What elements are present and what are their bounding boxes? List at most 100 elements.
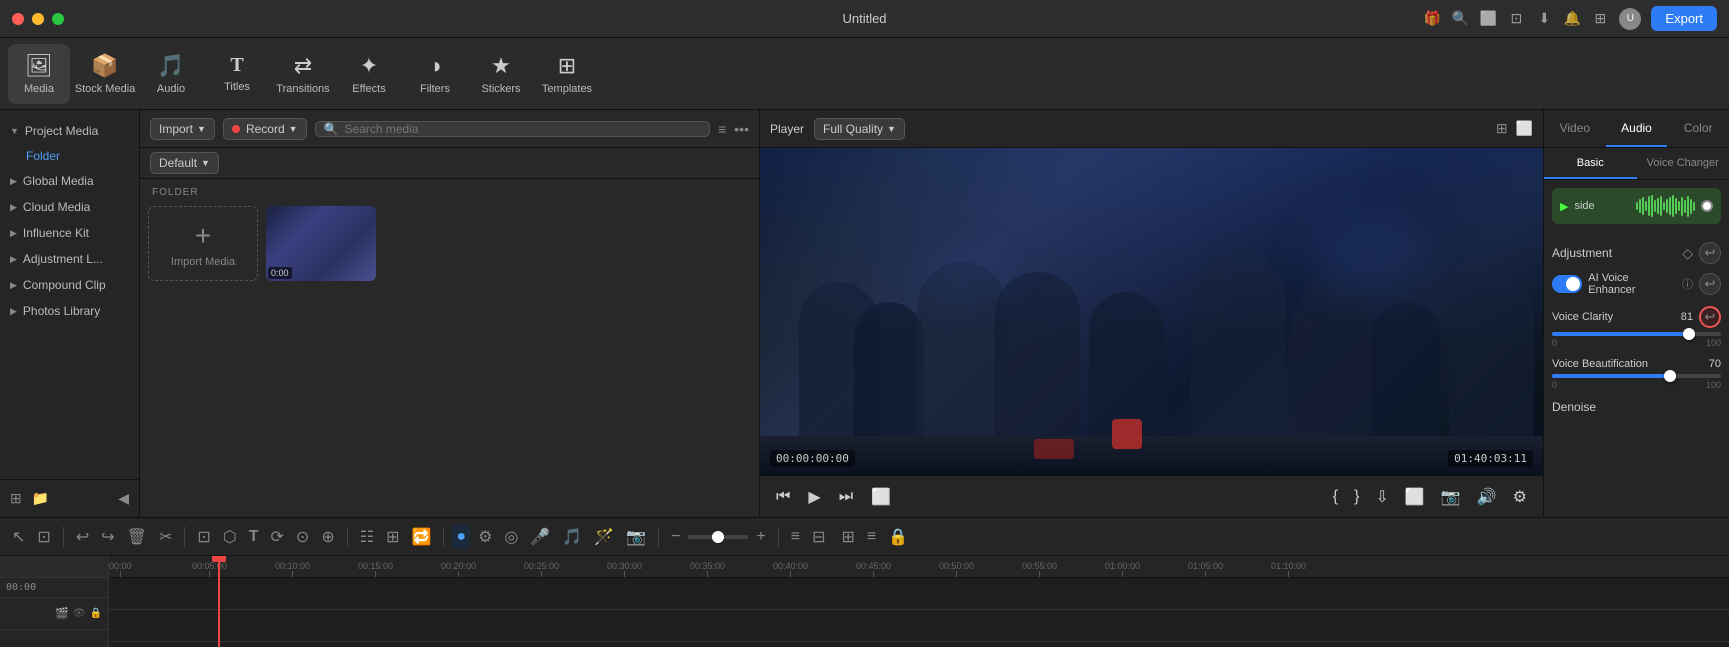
- mark-out-button[interactable]: }: [1350, 484, 1363, 510]
- toolbar-item-transitions[interactable]: ⇄ Transitions: [272, 44, 334, 104]
- zoom-minus[interactable]: −: [667, 525, 684, 549]
- panel-tool[interactable]: ⊟: [808, 524, 829, 550]
- toolbar-item-effects[interactable]: ✦ Effects: [338, 44, 400, 104]
- text-tool[interactable]: T: [245, 525, 263, 549]
- sidebar-item-compound-clip[interactable]: ▶ Compound Clip: [0, 272, 139, 298]
- sidebar-item-folder[interactable]: Folder: [0, 144, 139, 168]
- layout-tool[interactable]: ⊞: [382, 524, 403, 550]
- add-tool[interactable]: ⊕: [317, 524, 338, 550]
- reset-icon[interactable]: ◇: [1682, 245, 1693, 262]
- track-lock-icon[interactable]: 🔒: [90, 608, 102, 619]
- playhead-handle[interactable]: [212, 556, 226, 562]
- sidebar-item-photos-library[interactable]: ▶ Photos Library: [0, 298, 139, 324]
- undo-tool[interactable]: ↩: [72, 524, 93, 550]
- undo-button[interactable]: ↩: [1699, 242, 1721, 264]
- crop-icon[interactable]: ⊡: [1507, 10, 1525, 28]
- select-tool[interactable]: ↖: [8, 524, 29, 550]
- zoom-tool[interactable]: ⊙: [292, 524, 313, 550]
- media-type-icon[interactable]: ⊞: [838, 524, 859, 550]
- zoom-plus[interactable]: +: [752, 525, 769, 549]
- sidebar-item-global-media[interactable]: ▶ Global Media: [0, 168, 139, 194]
- insert-button[interactable]: ⇩: [1371, 483, 1392, 511]
- import-media-button[interactable]: + Import Media: [148, 206, 258, 281]
- toolbar-item-stickers[interactable]: ★ Stickers: [470, 44, 532, 104]
- rotate-tool[interactable]: ⟳: [267, 524, 288, 550]
- go-to-end-button[interactable]: ⏭: [835, 484, 857, 510]
- sub-tab-basic[interactable]: Basic: [1544, 148, 1637, 179]
- sidebar-item-adjustment-l[interactable]: ▶ Adjustment L...: [0, 246, 139, 272]
- settings-button[interactable]: ⚙: [1509, 483, 1531, 511]
- tab-color[interactable]: Color: [1667, 110, 1729, 147]
- toolbar-item-titles[interactable]: T Titles: [206, 44, 268, 104]
- toolbar-item-templates[interactable]: ⊞ Templates: [536, 44, 598, 104]
- download-icon[interactable]: ⬇: [1535, 10, 1553, 28]
- crop-tool[interactable]: ⊡: [193, 524, 214, 550]
- media-thumbnail[interactable]: 0:00: [266, 206, 376, 281]
- go-to-start-button[interactable]: ⏮: [772, 484, 794, 510]
- redo-tool[interactable]: ↪: [97, 524, 118, 550]
- voice-beautification-thumb[interactable]: [1664, 370, 1676, 382]
- record-tool[interactable]: ●: [452, 525, 470, 549]
- sidebar-item-project-media[interactable]: ▼ Project Media: [0, 118, 139, 144]
- collapse-sidebar-button[interactable]: ◀: [118, 490, 129, 507]
- minimize-button[interactable]: [32, 13, 44, 25]
- lock-icon[interactable]: 🔒: [884, 524, 912, 550]
- audio-volume-knob[interactable]: [1701, 200, 1713, 212]
- info-icon[interactable]: ⓘ: [1682, 276, 1693, 292]
- import-icon[interactable]: 📁: [32, 490, 49, 507]
- quality-select[interactable]: Full Quality ▼: [814, 118, 905, 140]
- loop-button[interactable]: ⬜: [867, 483, 895, 511]
- search-icon[interactable]: 🔍: [1451, 10, 1469, 28]
- settings-tool[interactable]: ⚙: [474, 524, 496, 550]
- delete-tool[interactable]: 🗑: [123, 524, 151, 550]
- tab-video[interactable]: Video: [1544, 110, 1606, 147]
- record-button[interactable]: Record ▼: [223, 118, 307, 140]
- toolbar-item-media[interactable]: 🖼 Media: [8, 44, 70, 104]
- camera-tool[interactable]: 📷: [622, 524, 650, 550]
- grid-tool[interactable]: ☷: [356, 524, 378, 550]
- voice-clarity-thumb[interactable]: [1683, 328, 1695, 340]
- audio-button[interactable]: 🔊: [1473, 483, 1501, 511]
- crop-icon[interactable]: ⬜: [1516, 120, 1533, 137]
- screenshot-button[interactable]: 📷: [1437, 483, 1465, 511]
- close-button[interactable]: [12, 13, 24, 25]
- new-folder-icon[interactable]: ⊞: [10, 490, 22, 507]
- gift-icon[interactable]: 🎁: [1423, 10, 1441, 28]
- zoom-slider-thumb[interactable]: [712, 531, 724, 543]
- tab-audio[interactable]: Audio: [1606, 110, 1668, 147]
- filter-icon[interactable]: ≡: [718, 121, 726, 137]
- voice-clarity-slider[interactable]: [1552, 332, 1721, 336]
- fullscreen-button[interactable]: ⬜: [1401, 483, 1429, 511]
- snap-tool[interactable]: ⊡: [33, 524, 54, 550]
- import-button[interactable]: Import ▼: [150, 118, 215, 140]
- cut-tool[interactable]: ✂: [155, 524, 176, 550]
- avatar[interactable]: U: [1619, 8, 1641, 30]
- play-button[interactable]: ▶: [804, 483, 824, 511]
- more-tool[interactable]: ≡: [787, 525, 804, 549]
- toolbar-item-filters[interactable]: ◑ Filters: [404, 44, 466, 104]
- grid-icon[interactable]: ⊞: [1591, 10, 1609, 28]
- ai-voice-enhancer-toggle[interactable]: [1552, 275, 1582, 293]
- track-mute-icon[interactable]: 👁: [73, 608, 86, 619]
- effect-tool[interactable]: 🪄: [590, 524, 618, 550]
- sidebar-item-cloud-media[interactable]: ▶ Cloud Media: [0, 194, 139, 220]
- mic-tool[interactable]: 🎤: [526, 524, 554, 550]
- maximize-button[interactable]: [52, 13, 64, 25]
- timeline-view-icon[interactable]: ≡: [863, 525, 880, 549]
- search-input[interactable]: [345, 122, 702, 136]
- export-button[interactable]: Export: [1651, 6, 1717, 31]
- sidebar-item-influence-kit[interactable]: ▶ Influence Kit: [0, 220, 139, 246]
- notification-icon[interactable]: 🔔: [1563, 10, 1581, 28]
- loop-tool[interactable]: 🔁: [407, 524, 435, 550]
- layout-split-icon[interactable]: ⊞: [1496, 120, 1508, 137]
- toolbar-item-audio[interactable]: 🎵 Audio: [140, 44, 202, 104]
- undo-button[interactable]: ↩: [1699, 273, 1721, 295]
- default-dropdown[interactable]: Default ▼: [150, 152, 219, 174]
- stabilize-tool[interactable]: ◎: [500, 524, 522, 550]
- voice-beautification-slider[interactable]: [1552, 374, 1721, 378]
- sub-tab-voice-changer[interactable]: Voice Changer: [1637, 148, 1729, 179]
- music-tool[interactable]: 🎵: [558, 524, 586, 550]
- more-icon[interactable]: •••: [734, 121, 749, 137]
- timeline-playhead[interactable]: [218, 556, 220, 647]
- split-tool[interactable]: ⬡: [219, 524, 241, 550]
